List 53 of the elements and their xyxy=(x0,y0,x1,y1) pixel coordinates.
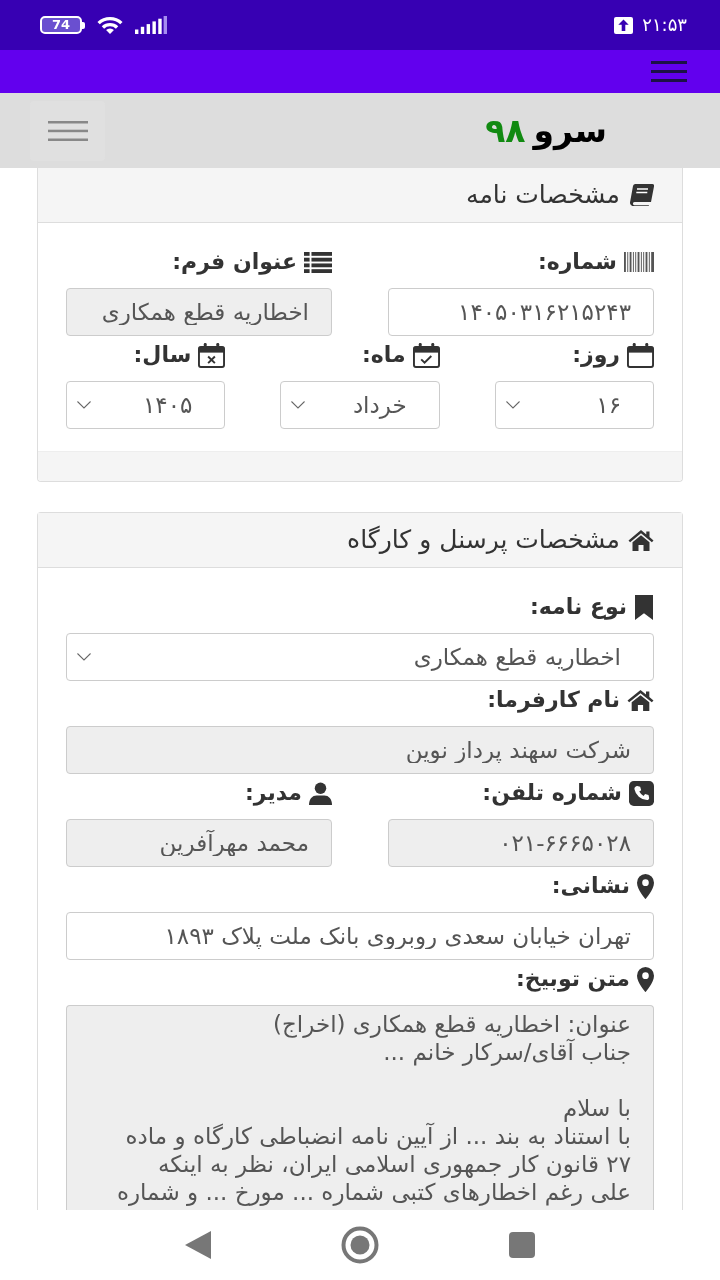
home-icon[interactable] xyxy=(341,1226,379,1264)
text-field[interactable]: ۰۲۱-۶۶۶۵۰۲۸ xyxy=(388,819,654,867)
user-icon xyxy=(309,781,332,805)
text-field[interactable]: ۱۴۰۵۰۳۱۶۲۱۵۲۴۳ xyxy=(388,288,654,336)
bookmark-icon xyxy=(634,594,654,620)
phone-icon xyxy=(629,780,654,806)
house-icon xyxy=(627,689,654,711)
field-label: مدیر: xyxy=(244,779,302,808)
list-icon xyxy=(304,251,332,273)
calendar-check-icon xyxy=(412,342,440,368)
back-icon[interactable] xyxy=(185,1231,211,1259)
signal-icon xyxy=(135,16,167,34)
app-logo-text: سرو xyxy=(533,109,607,152)
recents-icon[interactable] xyxy=(509,1232,535,1258)
field-label: سال: xyxy=(133,341,192,369)
menu-icon xyxy=(47,120,88,141)
chevron-down-icon xyxy=(291,401,306,409)
select-field[interactable]: ۱۴۰۵ xyxy=(66,381,226,429)
card-title: مشخصات نامه xyxy=(466,179,620,211)
battery-indicator: 74 xyxy=(40,16,85,34)
chevron-down-icon xyxy=(505,401,520,409)
field-label: عنوان فرم: xyxy=(172,248,297,277)
map-pin-icon xyxy=(637,873,654,899)
text-field[interactable]: شرکت سهند پرداز نوین xyxy=(66,726,654,774)
chevron-down-icon xyxy=(77,401,91,409)
book-icon xyxy=(628,184,654,206)
card-title: مشخصات پرسنل و کارگاه xyxy=(347,524,620,556)
field-label: نشانی: xyxy=(551,872,630,900)
field-label: شماره تلفن: xyxy=(482,779,622,808)
text-field[interactable]: تهران خیابان سعدی روبروی بانک ملت پلاک ۱۸۹۳ xyxy=(66,912,654,960)
house-icon xyxy=(628,529,654,551)
text-field[interactable]: محمد مهرآفرین xyxy=(66,819,332,867)
barcode-icon xyxy=(624,252,654,272)
select-field[interactable]: خرداد xyxy=(280,381,440,429)
menu-icon[interactable] xyxy=(651,61,687,82)
select-field[interactable]: ۱۶ xyxy=(494,381,654,429)
select-field[interactable]: اخطاریه قطع همکاری xyxy=(66,633,654,681)
calendar-x-icon xyxy=(198,342,226,368)
calendar-icon xyxy=(627,342,654,368)
field-label: ماه: xyxy=(362,341,406,369)
app-logo-number: ۹۸ xyxy=(485,109,526,152)
field-label: نوع نامه: xyxy=(529,593,627,622)
chevron-down-icon xyxy=(77,653,91,661)
textarea-field[interactable]: عنوان: اخطاریه قطع همکاری (اخراج) جناب آقای/سرکار خانم ... با سلام با استناد به بند ... از آیین نامه انضباطی کارگاه و ماده ۲۷ قانون کار جمهوری اسلامی ایران، نظر به اینکه علی رغم اخطارهای کتبی شماره ... مورخ ... و شماره xyxy=(66,1005,654,1210)
text-field[interactable]: اخطاریه قطع همکاری xyxy=(66,288,332,336)
field-label: نام کارفرما: xyxy=(487,686,620,715)
wifi-icon xyxy=(95,15,125,35)
upload-icon xyxy=(614,16,634,34)
field-label: روز: xyxy=(572,341,620,370)
clock-time: ۲۱:۵۳ xyxy=(642,15,687,35)
map-pin-icon xyxy=(637,966,654,992)
field-label: شماره: xyxy=(537,248,617,276)
field-label: متن توبیخ: xyxy=(516,965,630,994)
